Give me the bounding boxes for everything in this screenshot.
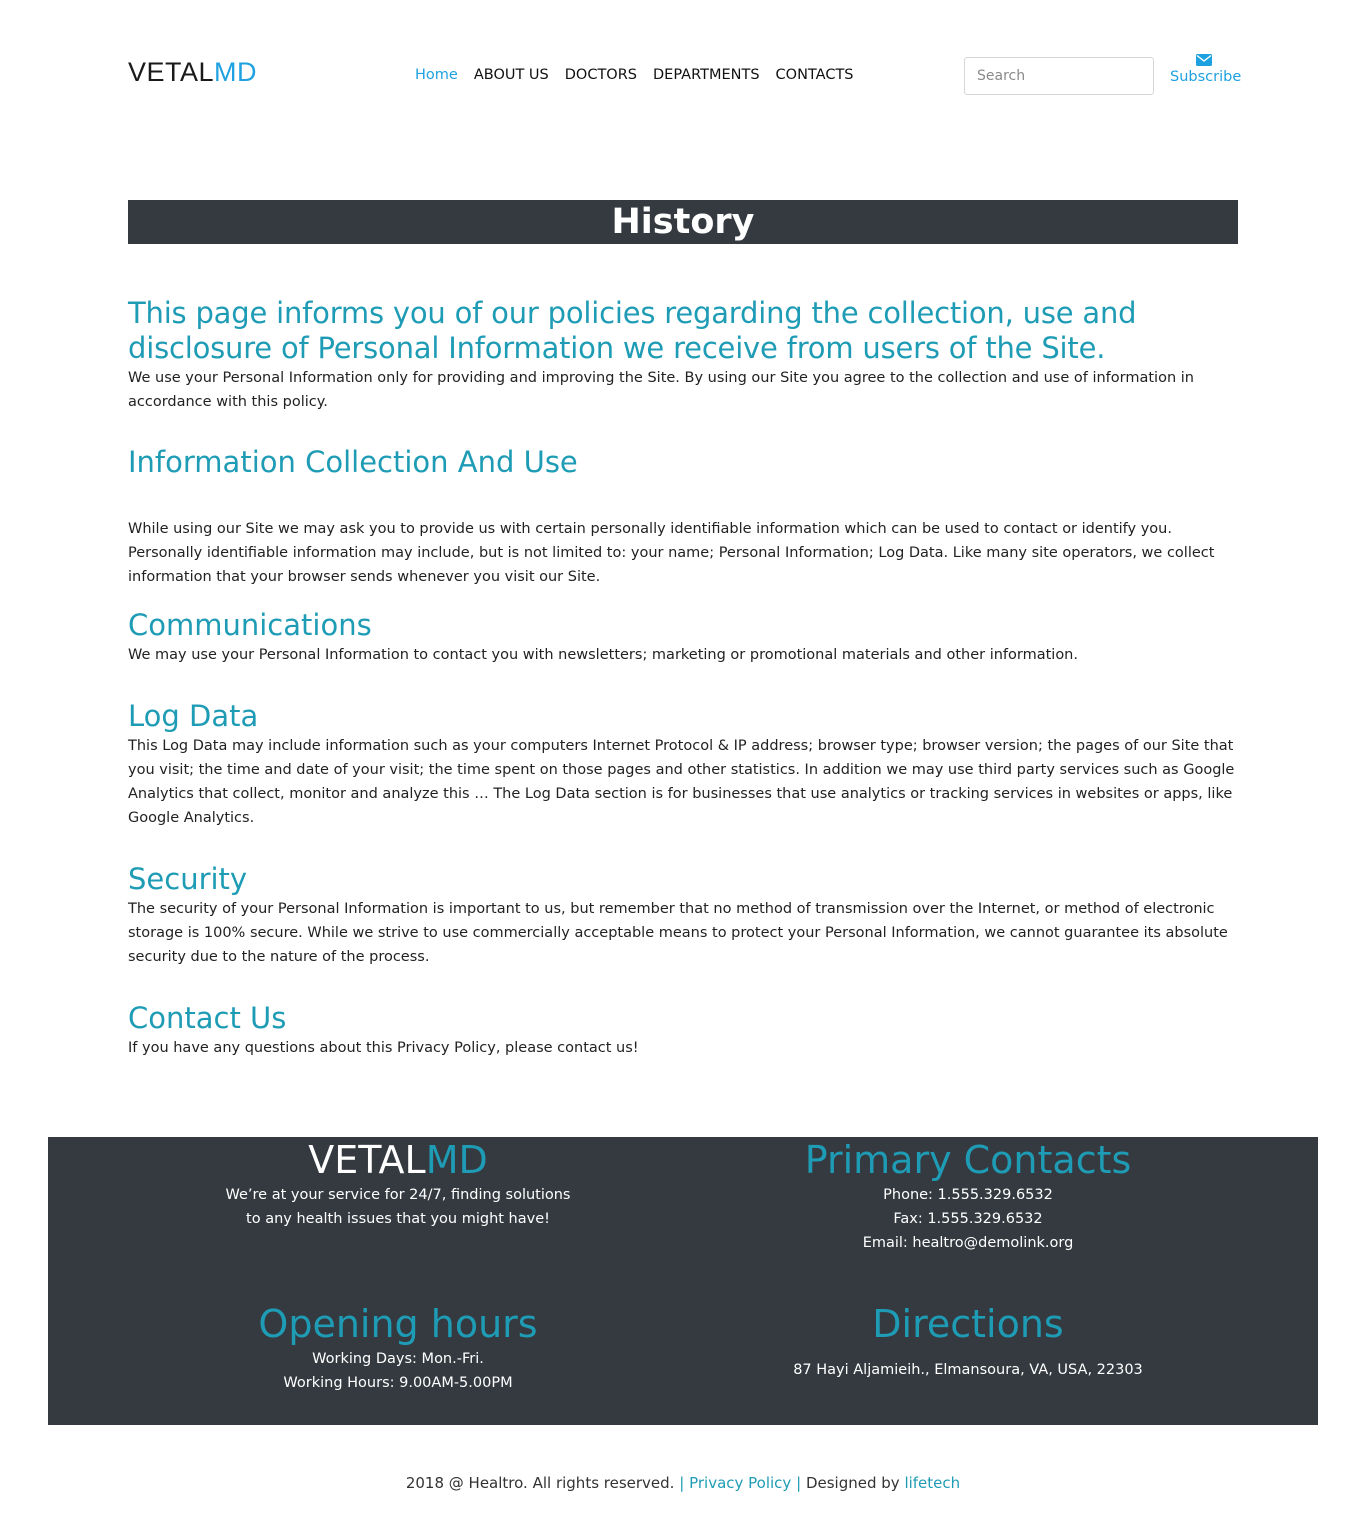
designer-link[interactable]: lifetech (904, 1474, 960, 1492)
section-text: If you have any questions about this Pri… (128, 1040, 639, 1056)
site-header: VETALMD Home ABOUT US DOCTORS DEPARTMENT… (128, 52, 1242, 102)
separator: | (679, 1474, 685, 1492)
section-communications: Communications We may use your Personal … (128, 607, 1238, 667)
footer-logo-primary: VETAL (308, 1138, 426, 1182)
section-heading: Information Collection And Use (128, 445, 578, 479)
page-title: History (611, 202, 755, 242)
section-text: The security of your Personal Informatio… (128, 901, 1228, 965)
footer-working-hours: Working Hours: 9.00AM-5.00PM (283, 1375, 513, 1391)
footer-tagline-line-2: to any health issues that you might have… (246, 1211, 550, 1227)
privacy-policy-link[interactable]: Privacy Policy (689, 1474, 791, 1492)
footer-directions: Directions 87 Hayi Aljamieih., Elmansour… (718, 1301, 1218, 1382)
subscribe-button[interactable]: Subscribe (1170, 54, 1242, 85)
logo[interactable]: VETALMD (128, 57, 257, 88)
logo-text-accent: MD (214, 57, 258, 87)
main-nav: Home ABOUT US DOCTORS DEPARTMENTS CONTAC… (415, 67, 870, 83)
section-heading: Log Data (128, 699, 259, 733)
nav-item-about-us[interactable]: ABOUT US (474, 67, 549, 83)
section-log-data: Log Data This Log Data may include infor… (128, 698, 1238, 830)
separator: | (796, 1474, 802, 1492)
section-information-collection: Information Collection And Use While usi… (128, 444, 1238, 589)
footer-directions-title: Directions (872, 1302, 1064, 1346)
section-heading: Security (128, 862, 248, 896)
page-title-banner: History (128, 200, 1238, 244)
footer-fax: Fax: 1.555.329.6532 (893, 1211, 1043, 1227)
footer-hours-title: Opening hours (258, 1302, 538, 1346)
nav-item-home[interactable]: Home (415, 67, 458, 83)
nav-item-doctors[interactable]: DOCTORS (565, 67, 637, 83)
footer-brand: VETALMD We’re at your service for 24/7, … (148, 1137, 648, 1231)
footer-email[interactable]: Email: healtro@demolink.org (718, 1231, 1218, 1255)
lead-section: This page informs you of our policies re… (128, 296, 1238, 414)
search-input[interactable] (964, 57, 1154, 95)
section-heading: Communications (128, 608, 372, 642)
logo-text-primary: VETAL (128, 57, 215, 87)
footer-contacts: Primary Contacts Phone: 1.555.329.6532 F… (718, 1137, 1218, 1255)
nav-item-contacts[interactable]: CONTACTS (776, 67, 854, 83)
footer-phone: Phone: 1.555.329.6532 (883, 1187, 1053, 1203)
section-text: We may use your Personal Information to … (128, 647, 1078, 663)
lead-text: We use your Personal Information only fo… (128, 370, 1194, 410)
lead-heading: This page informs you of our policies re… (128, 296, 1137, 365)
designed-by-text: Designed by (805, 1474, 900, 1492)
section-heading: Contact Us (128, 1001, 287, 1035)
footer-contacts-title: Primary Contacts (804, 1138, 1132, 1182)
footer-tagline-line-1: We’re at your service for 24/7, finding … (225, 1187, 571, 1203)
section-text: This Log Data may include information su… (128, 738, 1235, 826)
footer-address: 87 Hayi Aljamieih., Elmansoura, VA, USA,… (793, 1362, 1143, 1378)
envelope-icon (1196, 54, 1212, 66)
copyright-bar: 2018 @ Healtro. All rights reserved. | P… (0, 1474, 1366, 1492)
section-text: While using our Site we may ask you to p… (128, 521, 1215, 585)
footer-logo-accent: MD (425, 1138, 488, 1182)
subscribe-label: Subscribe (1170, 69, 1242, 85)
copyright-text: 2018 @ Healtro. All rights reserved. (405, 1474, 675, 1492)
nav-item-departments[interactable]: DEPARTMENTS (653, 67, 760, 83)
footer-logo: VETALMD (148, 1137, 648, 1183)
section-security: Security The security of your Personal I… (128, 861, 1238, 969)
site-footer: VETALMD We’re at your service for 24/7, … (48, 1137, 1318, 1425)
section-contact-us: Contact Us If you have any questions abo… (128, 1000, 1238, 1060)
footer-hours: Opening hours Working Days: Mon.-Fri. Wo… (148, 1301, 648, 1395)
footer-working-days: Working Days: Mon.-Fri. (312, 1351, 484, 1367)
